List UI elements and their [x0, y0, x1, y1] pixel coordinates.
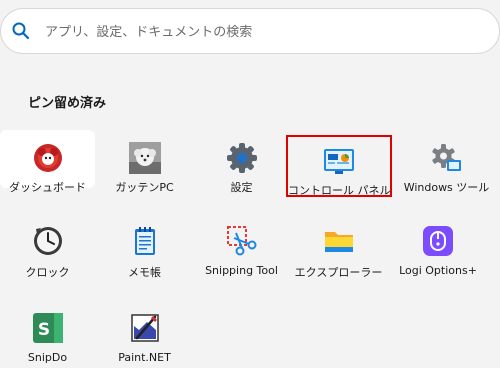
app-label: SnipDo — [27, 351, 68, 364]
app-label: メモ帳 — [128, 266, 161, 279]
pinned-app-explorer[interactable]: エクスプローラー — [291, 218, 386, 279]
pinned-app-settings[interactable]: 設定 — [194, 130, 289, 194]
gattenpc-app-icon — [128, 142, 161, 174]
app-label: コントロール パネル — [288, 184, 391, 197]
search-input[interactable] — [43, 18, 487, 46]
search-box[interactable] — [0, 8, 500, 54]
pinned-app-windows-tools[interactable]: Windows ツール — [393, 130, 500, 194]
app-label: Logi Options+ — [399, 264, 477, 277]
pinned-section-title: ピン留め済み — [28, 96, 107, 111]
snipdo-icon: S — [32, 313, 63, 343]
pinned-app-notepad[interactable]: メモ帳 — [97, 218, 192, 279]
pinned-app-logi-options[interactable]: Logi Options+ — [388, 218, 488, 277]
pinned-app-snipping-tool[interactable]: Snipping Tool — [194, 218, 289, 277]
app-label: Windows ツール — [403, 181, 490, 194]
folder-icon — [324, 232, 353, 252]
search-icon — [12, 22, 30, 40]
pinned-app-dashboard[interactable]: ダッシュボード — [0, 130, 95, 194]
paint-net-icon — [130, 314, 159, 342]
logi-options-icon — [423, 226, 453, 256]
pinned-app-snipdo[interactable]: S SnipDo — [0, 305, 95, 364]
svg-text:S: S — [37, 320, 49, 340]
pinned-app-clock[interactable]: クロック — [0, 218, 95, 279]
snipping-tool-icon — [226, 226, 256, 256]
app-label: ダッシュボード — [9, 181, 86, 194]
windows-tools-icon — [431, 144, 461, 171]
dashboard-app-icon — [33, 144, 62, 172]
control-panel-icon — [324, 149, 354, 174]
pinned-app-control-panel[interactable]: コントロール パネル — [286, 135, 392, 197]
app-label: クロック — [25, 266, 70, 279]
app-label: Snipping Tool — [205, 264, 278, 277]
app-label: Paint.NET — [118, 351, 171, 364]
settings-gear-icon — [226, 143, 257, 173]
notepad-icon — [134, 227, 155, 255]
pinned-app-paint-net[interactable]: Paint.NET — [97, 305, 192, 364]
app-label: ガッテンPC — [115, 181, 174, 194]
pinned-app-gattenpc[interactable]: ガッテンPC — [97, 130, 192, 194]
app-label: エクスプローラー — [294, 266, 383, 279]
clock-icon — [33, 227, 62, 255]
app-label: 設定 — [230, 181, 253, 194]
